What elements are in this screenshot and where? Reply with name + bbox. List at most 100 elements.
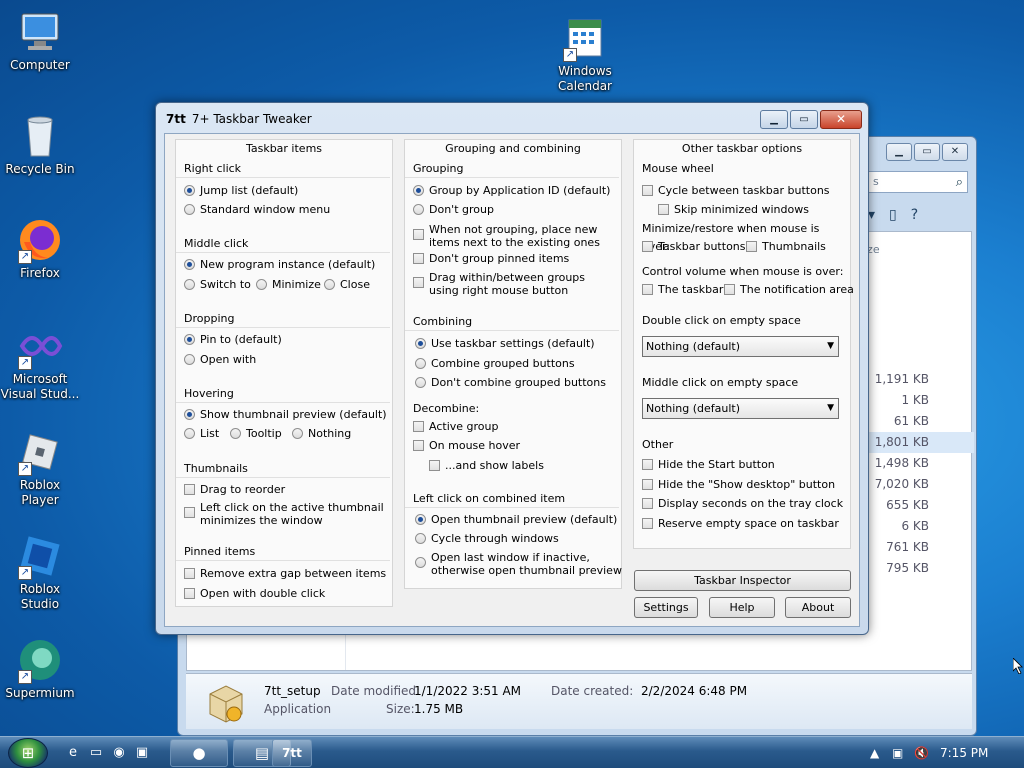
list-radio[interactable]: List — [184, 427, 219, 440]
explorer-search-input[interactable]: s ⌕ — [868, 171, 968, 193]
new-program-instance-radio[interactable]: New program instance (default) — [184, 258, 375, 271]
preview-pane-icon[interactable]: ▯ — [889, 207, 897, 223]
desktop-icon-computer[interactable]: Computer — [0, 8, 80, 73]
help-button[interactable]: Help — [709, 597, 775, 618]
start-button[interactable]: ⊞ — [8, 738, 48, 768]
minimize-button[interactable]: ▁ — [760, 110, 788, 129]
use-taskbar-settings-radio[interactable]: Use taskbar settings (default) — [415, 337, 595, 350]
show-desktop-quicklaunch-icon[interactable]: ▭ — [87, 744, 105, 762]
desktop-icon-supermium[interactable]: ↗ Supermium — [0, 636, 80, 701]
tooltip-radio[interactable]: Tooltip — [230, 427, 282, 440]
dont-group-radio[interactable]: Don't group — [413, 203, 494, 216]
file-size[interactable]: 795 KB — [864, 558, 974, 579]
thumbnails-checkbox[interactable]: Thumbnails — [746, 240, 826, 253]
desktop-icon-roblox-player[interactable]: ↗ Roblox Player — [0, 428, 80, 508]
active-group-checkbox[interactable]: Active group — [413, 420, 498, 433]
app-icon: 7tt — [166, 112, 186, 126]
taskbar-inspector-button[interactable]: Taskbar Inspector — [634, 570, 851, 591]
switch-windows-icon[interactable]: ▣ — [133, 744, 151, 762]
taskbar-tweaker-window[interactable]: 7tt 7+ Taskbar Tweaker ▁ ▭ ✕ Taskbar ite… — [155, 102, 869, 635]
open-last-window-radio[interactable]: Open last window if inactive, otherwise o… — [415, 551, 622, 577]
file-size[interactable]: 655 KB — [864, 495, 974, 516]
reserve-empty-space-checkbox[interactable]: Reserve empty space on taskbar — [642, 517, 839, 530]
drag-within-groups-checkbox[interactable]: Drag within/between groups using right mo… — [413, 271, 585, 297]
display-seconds-checkbox[interactable]: Display seconds on the tray clock — [642, 497, 843, 510]
place-new-items-next-checkbox[interactable]: When not grouping, place new items next t… — [413, 223, 600, 249]
section-title: Hovering — [176, 385, 390, 403]
minimize-icon[interactable]: ▁ — [886, 143, 912, 161]
window-controls: ▁ ▭ ✕ — [760, 110, 862, 129]
open-with-radio[interactable]: Open with — [184, 353, 256, 366]
maximize-icon[interactable]: ▭ — [914, 143, 940, 161]
file-size[interactable]: 761 KB — [864, 537, 974, 558]
file-size[interactable]: 1,191 KB — [864, 369, 974, 390]
settings-button[interactable]: Settings — [634, 597, 698, 618]
explorer-window-controls: ▁ ▭ ✕ — [886, 143, 968, 161]
shortcut-arrow-icon: ↗ — [18, 670, 32, 684]
taskbar-button-messenger[interactable]: ● — [170, 739, 228, 767]
decombine-section: Decombine: Active group On mouse hover .… — [405, 400, 621, 480]
and-show-labels-checkbox[interactable]: ...and show labels — [429, 459, 544, 472]
volume-muted-icon[interactable]: 🔇 — [914, 746, 929, 760]
switch-to-radio[interactable]: Switch to — [184, 278, 251, 291]
dont-group-pinned-checkbox[interactable]: Don't group pinned items — [413, 252, 569, 265]
desktop-icon-visual-studio[interactable]: ↗ Microsoft Visual Stud... — [0, 322, 80, 402]
help-icon[interactable]: ? — [911, 207, 918, 223]
left-click-active-thumbnail-checkbox[interactable]: Left click on the active thumbnail minimi… — [184, 501, 384, 527]
middle-click-action-dropdown[interactable]: Nothing (default) ▼ — [642, 398, 839, 419]
show-thumbnail-preview-radio[interactable]: Show thumbnail preview (default) — [184, 408, 387, 421]
desktop-icon-recycle-bin[interactable]: Recycle Bin — [0, 112, 80, 177]
double-click-action-dropdown[interactable]: Nothing (default) ▼ — [642, 336, 839, 357]
open-thumbnail-preview-radio[interactable]: Open thumbnail preview (default) — [415, 513, 617, 526]
skip-minimized-windows-checkbox[interactable]: Skip minimized windows — [658, 203, 809, 216]
file-size[interactable]: 1,801 KB — [864, 432, 974, 453]
desktop-icon-windows-calendar[interactable]: ↗ Windows Calendar — [545, 14, 625, 94]
taskbar-buttons-checkbox[interactable]: Taskbar buttons — [642, 240, 746, 253]
combine-grouped-buttons-radio[interactable]: Combine grouped buttons — [415, 357, 575, 370]
hide-show-desktop-checkbox[interactable]: Hide the "Show desktop" button — [642, 478, 835, 491]
file-size[interactable]: 1,498 KB — [864, 453, 974, 474]
group-by-app-id-radio[interactable]: Group by Application ID (default) — [413, 184, 610, 197]
dropping-section: Dropping Pin to (default) Open with — [176, 310, 392, 380]
about-button[interactable]: About — [785, 597, 851, 618]
tray-clock[interactable]: 7:15 PM — [940, 746, 988, 760]
desktop-icon-firefox[interactable]: ↗ Firefox — [0, 216, 80, 281]
dont-combine-grouped-buttons-radio[interactable]: Don't combine grouped buttons — [415, 376, 606, 389]
internet-explorer-icon[interactable]: e — [64, 744, 82, 762]
minimize-radio[interactable]: Minimize — [256, 278, 321, 291]
file-size[interactable]: 7,020 KB — [864, 474, 974, 495]
computer-icon — [16, 8, 64, 56]
file-size[interactable]: 6 KB — [864, 516, 974, 537]
pin-to-radio[interactable]: Pin to (default) — [184, 333, 282, 346]
firefox-icon: ↗ — [16, 216, 64, 264]
open-with-double-click-checkbox[interactable]: Open with double click — [184, 587, 325, 600]
cycle-taskbar-buttons-checkbox[interactable]: Cycle between taskbar buttons — [642, 184, 830, 197]
on-mouse-hover-checkbox[interactable]: On mouse hover — [413, 439, 520, 452]
taskbar-button-tweaker[interactable]: 7tt — [272, 739, 312, 767]
standard-window-menu-radio[interactable]: Standard window menu — [184, 203, 330, 216]
search-icon[interactable]: ⌕ — [956, 173, 963, 193]
network-icon[interactable]: ▣ — [892, 746, 903, 760]
roblox-studio-icon: ↗ — [16, 532, 64, 580]
close-radio[interactable]: Close — [324, 278, 370, 291]
show-hidden-icons-icon[interactable]: ▲ — [870, 746, 879, 760]
the-taskbar-checkbox[interactable]: The taskbar — [642, 283, 723, 296]
window-title-bar[interactable]: 7tt 7+ Taskbar Tweaker — [166, 112, 312, 126]
desktop-icon-roblox-studio[interactable]: ↗ Roblox Studio — [0, 532, 80, 612]
file-size[interactable]: 1 KB — [864, 390, 974, 411]
details-pane: 7tt_setup Application Date modified: 1/1… — [186, 673, 972, 729]
close-button[interactable]: ✕ — [820, 110, 862, 129]
maximize-button[interactable]: ▭ — [790, 110, 818, 129]
drag-to-reorder-checkbox[interactable]: Drag to reorder — [184, 483, 285, 496]
jump-list-radio[interactable]: Jump list (default) — [184, 184, 298, 197]
media-player-icon[interactable]: ◉ — [110, 744, 128, 762]
nothing-radio[interactable]: Nothing — [292, 427, 351, 440]
cycle-through-windows-radio[interactable]: Cycle through windows — [415, 532, 559, 545]
view-dropdown-icon[interactable]: ▾ — [868, 207, 875, 223]
remove-extra-gap-checkbox[interactable]: Remove extra gap between items — [184, 567, 386, 580]
file-size[interactable]: 61 KB — [864, 411, 974, 432]
close-icon[interactable]: ✕ — [942, 143, 968, 161]
desktop-icon-label: Microsoft Visual Stud... — [0, 372, 80, 401]
hide-start-button-checkbox[interactable]: Hide the Start button — [642, 458, 775, 471]
notification-area-checkbox[interactable]: The notification area — [724, 283, 854, 296]
